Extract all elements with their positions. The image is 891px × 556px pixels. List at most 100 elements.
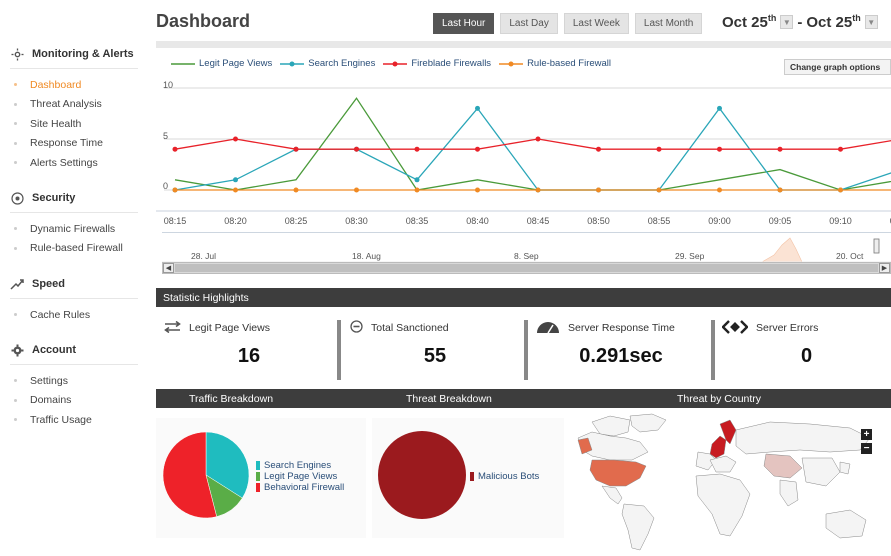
data-point[interactable]: [172, 146, 178, 152]
threat-world-map[interactable]: + −: [570, 410, 891, 556]
sidebar-section-monitoring: Monitoring & Alerts Dashboard Threat Ana…: [10, 44, 138, 173]
sidebar-item-threat-analysis[interactable]: Threat Analysis: [10, 95, 138, 115]
last-day-button[interactable]: Last Day: [500, 13, 558, 34]
sidebar-heading-security[interactable]: Security: [10, 188, 138, 208]
last-month-button[interactable]: Last Month: [634, 13, 703, 34]
pie-legend-item[interactable]: Search Engines: [256, 460, 344, 471]
chart-navigator[interactable]: 28. Jul 18. Aug 8. Sep 29. Sep 20. Oct: [162, 232, 891, 263]
sidebar-item-rule-based-firewall[interactable]: Rule-based Firewall: [10, 239, 138, 259]
last-hour-button[interactable]: Last Hour: [433, 13, 495, 34]
data-point[interactable]: [838, 187, 843, 193]
navigator-date: 8. Sep: [514, 251, 539, 261]
legend-swatch-icon: [256, 483, 260, 492]
sidebar-heading-account[interactable]: Account: [10, 340, 138, 360]
sidebar-item-traffic-usage[interactable]: Traffic Usage: [10, 410, 138, 430]
data-point[interactable]: [354, 187, 359, 193]
legend-label: Search Engines: [308, 58, 376, 69]
date-from[interactable]: Oct 25th: [722, 13, 776, 31]
data-point[interactable]: [233, 136, 238, 142]
sidebar-item-domains[interactable]: Domains: [10, 391, 138, 411]
data-point[interactable]: [293, 187, 299, 193]
data-point[interactable]: [475, 187, 480, 193]
data-point[interactable]: [293, 146, 299, 152]
threat-breakdown-pie: [378, 431, 466, 519]
speed-icon: [10, 277, 24, 291]
pie-legend-item[interactable]: Malicious Bots: [470, 471, 539, 482]
sidebar-item-label: Site Health: [30, 117, 82, 130]
data-point[interactable]: [354, 146, 359, 152]
data-point[interactable]: [414, 177, 420, 183]
sidebar-item-dynamic-firewalls[interactable]: Dynamic Firewalls: [10, 219, 138, 239]
scroll-left-icon[interactable]: ◀: [163, 263, 174, 273]
bullet-icon: [14, 141, 17, 145]
divider: [10, 298, 138, 299]
data-point[interactable]: [656, 146, 662, 152]
zoom-out-button[interactable]: −: [861, 443, 872, 454]
pie-legend-label: Malicious Bots: [478, 471, 540, 482]
data-point[interactable]: [233, 187, 238, 193]
x-tick-label: 08:45: [526, 216, 550, 226]
data-point[interactable]: [414, 187, 420, 193]
code-brackets-icon: [721, 319, 749, 337]
change-graph-options-button[interactable]: Change graph options: [784, 59, 891, 75]
date-to-text: Oct 25: [806, 14, 853, 31]
legend-item-search-engines[interactable]: Search Engines: [280, 58, 375, 69]
data-point[interactable]: [233, 177, 238, 183]
x-tick-label: 08:25: [284, 216, 308, 226]
bullet-icon: [14, 227, 17, 231]
stat-value: 55: [423, 345, 447, 367]
data-point[interactable]: [717, 105, 722, 111]
data-point[interactable]: [535, 187, 541, 193]
sidebar-item-dashboard[interactable]: Dashboard: [10, 75, 138, 95]
x-tick-label: 09:05: [768, 216, 792, 226]
header-divider: [156, 41, 891, 48]
scroll-right-icon[interactable]: ▶: [879, 263, 890, 273]
data-point[interactable]: [838, 146, 843, 152]
bullet-icon: [14, 313, 17, 317]
last-week-button[interactable]: Last Week: [563, 13, 629, 34]
exchange-arrows-icon: [164, 320, 181, 336]
data-point[interactable]: [414, 146, 420, 152]
sidebar-item-alerts-settings[interactable]: Alerts Settings: [10, 153, 138, 173]
sidebar-heading-speed[interactable]: Speed: [10, 274, 138, 294]
date-from-dropdown-icon[interactable]: ▼: [780, 15, 794, 29]
sidebar-item-settings[interactable]: Settings: [10, 371, 138, 391]
date-range-picker: Oct 25th ▼ - Oct 25th ▼: [722, 13, 878, 31]
legend-item-rule-based-firewall[interactable]: Rule-based Firewall: [499, 58, 611, 69]
legend-item-fireblade-firewalls[interactable]: Fireblade Firewalls: [383, 58, 491, 69]
sidebar-item-site-health[interactable]: Site Health: [10, 114, 138, 134]
data-point[interactable]: [475, 105, 480, 111]
date-to-dropdown-icon[interactable]: ▼: [864, 15, 878, 29]
stat-server-errors: Server Errors 0: [721, 318, 891, 380]
data-point[interactable]: [717, 146, 722, 152]
y-tick-label: 0: [163, 181, 169, 191]
sidebar-item-cache-rules[interactable]: Cache Rules: [10, 305, 138, 325]
data-point[interactable]: [596, 187, 601, 193]
threat-breakdown-panel: Malicious Bots: [372, 418, 564, 538]
scroll-thumb[interactable]: [175, 264, 878, 272]
pie-legend-item[interactable]: Legit Page Views: [256, 471, 344, 482]
zoom-in-button[interactable]: +: [861, 429, 872, 440]
pie-legend-item[interactable]: Behavioral Firewall: [256, 482, 344, 493]
data-point[interactable]: [535, 136, 541, 142]
sidebar-item-label: Response Time: [30, 137, 103, 150]
pie-slice[interactable]: [378, 431, 466, 519]
data-point[interactable]: [777, 187, 783, 193]
data-point[interactable]: [172, 187, 178, 193]
date-to[interactable]: Oct 25th: [806, 13, 860, 31]
x-tick-label: 08:30: [345, 216, 368, 226]
sidebar-heading-monitoring[interactable]: Monitoring & Alerts: [10, 44, 138, 64]
security-icon: [10, 191, 24, 205]
data-point[interactable]: [656, 187, 662, 193]
sidebar-item-response-time[interactable]: Response Time: [10, 134, 138, 154]
data-point[interactable]: [717, 187, 722, 193]
data-point[interactable]: [475, 146, 480, 152]
stat-divider: [337, 320, 341, 380]
data-point[interactable]: [596, 146, 601, 152]
navigator-scrollbar[interactable]: ◀ ▶: [162, 262, 891, 274]
bullet-icon: [14, 102, 17, 106]
legend-line-icon: [171, 62, 195, 65]
data-point[interactable]: [777, 146, 783, 152]
legend-item-legit-page-views[interactable]: Legit Page Views: [171, 58, 272, 69]
traffic-breakdown-title: Traffic Breakdown: [189, 392, 274, 405]
